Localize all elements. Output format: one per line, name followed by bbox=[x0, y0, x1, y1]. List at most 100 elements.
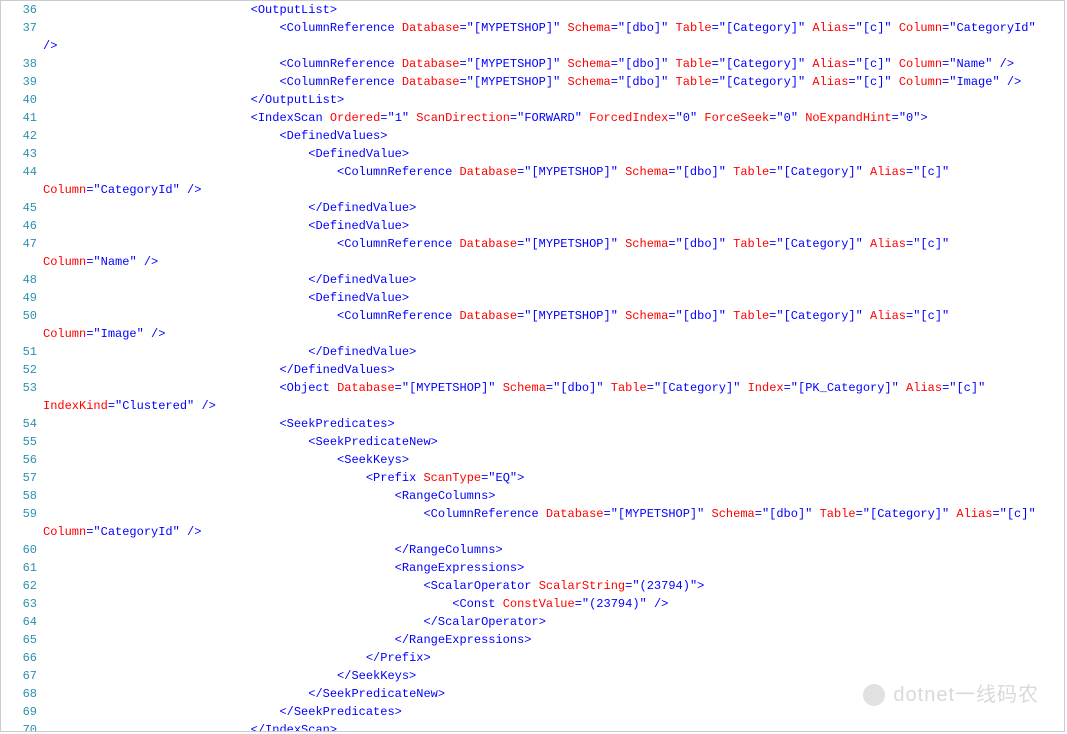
code-line-wrap[interactable]: /> bbox=[1, 37, 1064, 55]
code-token: [c] bbox=[1007, 507, 1029, 521]
code-token: =" bbox=[784, 381, 798, 395]
code-line[interactable]: 64 </ScalarOperator> bbox=[1, 613, 1064, 631]
code-token: Schema bbox=[568, 75, 611, 89]
code-line[interactable]: 42 <DefinedValues> bbox=[1, 127, 1064, 145]
code-line[interactable]: 54 <SeekPredicates> bbox=[1, 415, 1064, 433]
code-line[interactable]: 58 <RangeColumns> bbox=[1, 487, 1064, 505]
code-line[interactable]: 40 </OutputList> bbox=[1, 91, 1064, 109]
code-token: " bbox=[884, 57, 891, 71]
code-token: [Category] bbox=[784, 237, 856, 251]
code-line[interactable]: 39 <ColumnReference Database="[MYPETSHOP… bbox=[1, 73, 1064, 91]
code-token: =" bbox=[604, 507, 618, 521]
code-token bbox=[863, 165, 870, 179]
code-line[interactable]: 60 </RangeColumns> bbox=[1, 541, 1064, 559]
code-token: Clustered bbox=[122, 399, 187, 413]
code-token: [Category] bbox=[726, 21, 798, 35]
code-token: Image bbox=[956, 75, 992, 89]
code-line[interactable]: 59 <ColumnReference Database="[MYPETSHOP… bbox=[1, 505, 1064, 523]
code-line[interactable]: 62 <ScalarOperator ScalarString="(23794)… bbox=[1, 577, 1064, 595]
code-token: Alias bbox=[870, 237, 906, 251]
code-token: <DefinedValue> bbox=[308, 291, 409, 305]
line-number: 60 bbox=[1, 541, 43, 559]
code-token: "> bbox=[690, 579, 704, 593]
code-token bbox=[668, 75, 675, 89]
code-line[interactable]: 52 </DefinedValues> bbox=[1, 361, 1064, 379]
line-number: 58 bbox=[1, 487, 43, 505]
line-number: 46 bbox=[1, 217, 43, 235]
code-token: " bbox=[978, 381, 985, 395]
code-token: Column bbox=[43, 183, 86, 197]
code-line-wrap[interactable]: Column="CategoryId" /> bbox=[1, 523, 1064, 541]
code-line[interactable]: 47 <ColumnReference Database="[MYPETSHOP… bbox=[1, 235, 1064, 253]
code-token: " bbox=[884, 75, 891, 89]
code-content: <SeekPredicates> bbox=[43, 415, 395, 433]
code-token: [c] bbox=[863, 75, 885, 89]
code-token: [dbo] bbox=[683, 165, 719, 179]
code-line-wrap[interactable]: IndexKind="Clustered" /> bbox=[1, 397, 1064, 415]
code-line[interactable]: 57 <Prefix ScanType="EQ"> bbox=[1, 469, 1064, 487]
code-token: " bbox=[1028, 507, 1035, 521]
code-line[interactable]: 70 </IndexScan> bbox=[1, 721, 1064, 732]
code-content: <DefinedValue> bbox=[43, 217, 409, 235]
code-content: </SeekKeys> bbox=[43, 667, 416, 685]
code-content: <DefinedValues> bbox=[43, 127, 387, 145]
line-number: 67 bbox=[1, 667, 43, 685]
code-line[interactable]: 46 <DefinedValue> bbox=[1, 217, 1064, 235]
code-token: [Category] bbox=[726, 75, 798, 89]
code-line-wrap[interactable]: Column="Name" /> bbox=[1, 253, 1064, 271]
code-token: Column bbox=[43, 255, 86, 269]
code-token: <Object bbox=[279, 381, 329, 395]
code-token: =" bbox=[481, 471, 495, 485]
code-line[interactable]: 49 <DefinedValue> bbox=[1, 289, 1064, 307]
code-token: =" bbox=[625, 579, 639, 593]
code-token: ScanType bbox=[423, 471, 481, 485]
code-line[interactable]: 37 <ColumnReference Database="[MYPETSHOP… bbox=[1, 19, 1064, 37]
code-editor[interactable]: 36 <OutputList>37 <ColumnReference Datab… bbox=[0, 0, 1065, 732]
code-token: 0 bbox=[784, 111, 791, 125]
code-token: =" bbox=[906, 237, 920, 251]
code-token: [PK_Category] bbox=[798, 381, 892, 395]
code-token bbox=[899, 381, 906, 395]
code-line[interactable]: 41 <IndexScan Ordered="1" ScanDirection=… bbox=[1, 109, 1064, 127]
code-line[interactable]: 38 <ColumnReference Database="[MYPETSHOP… bbox=[1, 55, 1064, 73]
code-line[interactable]: 63 <Const ConstValue="(23794)" /> bbox=[1, 595, 1064, 613]
code-token: Alias bbox=[812, 75, 848, 89]
code-token: <RangeColumns> bbox=[395, 489, 496, 503]
code-token: /> bbox=[201, 399, 215, 413]
code-token: [Category] bbox=[870, 507, 942, 521]
code-line[interactable]: 66 </Prefix> bbox=[1, 649, 1064, 667]
code-line[interactable]: 50 <ColumnReference Database="[MYPETSHOP… bbox=[1, 307, 1064, 325]
code-token: CategoryId bbox=[101, 525, 173, 539]
code-content: <RangeExpressions> bbox=[43, 559, 524, 577]
code-line[interactable]: 48 </DefinedValue> bbox=[1, 271, 1064, 289]
line-number-empty bbox=[1, 325, 43, 343]
code-line[interactable]: 36 <OutputList> bbox=[1, 1, 1064, 19]
code-line[interactable]: 44 <ColumnReference Database="[MYPETSHOP… bbox=[1, 163, 1064, 181]
code-token: [dbo] bbox=[625, 75, 661, 89]
code-line[interactable]: 61 <RangeExpressions> bbox=[1, 559, 1064, 577]
code-token: " bbox=[942, 309, 949, 323]
code-token: (23794) bbox=[589, 597, 639, 611]
code-line[interactable]: 55 <SeekPredicateNew> bbox=[1, 433, 1064, 451]
code-token: </RangeColumns> bbox=[395, 543, 503, 557]
code-line[interactable]: 68 </SeekPredicateNew> bbox=[1, 685, 1064, 703]
code-token: Table bbox=[676, 57, 712, 71]
code-token bbox=[330, 381, 337, 395]
code-token: [Category] bbox=[726, 57, 798, 71]
code-line[interactable]: 43 <DefinedValue> bbox=[1, 145, 1064, 163]
code-line[interactable]: 53 <Object Database="[MYPETSHOP]" Schema… bbox=[1, 379, 1064, 397]
code-token: =" bbox=[647, 381, 661, 395]
code-line[interactable]: 69 </SeekPredicates> bbox=[1, 703, 1064, 721]
code-line[interactable]: 67 </SeekKeys> bbox=[1, 667, 1064, 685]
code-token: =" bbox=[459, 75, 473, 89]
code-line-wrap[interactable]: Column="Image" /> bbox=[1, 325, 1064, 343]
code-token: Alias bbox=[870, 309, 906, 323]
code-line-wrap[interactable]: Column="CategoryId" /> bbox=[1, 181, 1064, 199]
line-number: 56 bbox=[1, 451, 43, 469]
code-line[interactable]: 45 </DefinedValue> bbox=[1, 199, 1064, 217]
code-line[interactable]: 56 <SeekKeys> bbox=[1, 451, 1064, 469]
code-token: [c] bbox=[863, 57, 885, 71]
code-line[interactable]: 51 </DefinedValue> bbox=[1, 343, 1064, 361]
code-token: Database bbox=[459, 237, 517, 251]
code-line[interactable]: 65 </RangeExpressions> bbox=[1, 631, 1064, 649]
